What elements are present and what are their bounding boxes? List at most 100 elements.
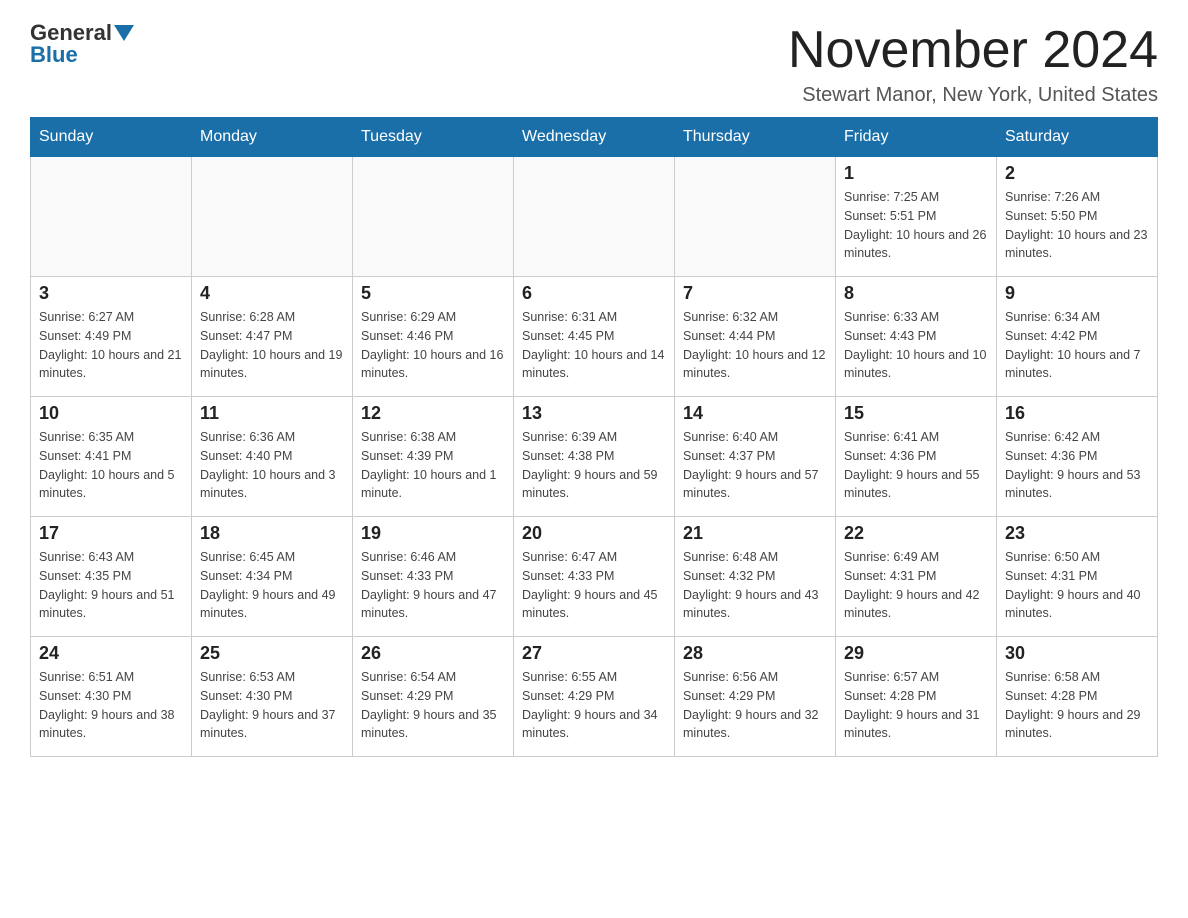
day-number: 26 (361, 643, 505, 664)
calendar-cell: 21 Sunrise: 6:48 AM Sunset: 4:32 PM Dayli… (675, 517, 836, 637)
day-info: Sunrise: 6:58 AM Sunset: 4:28 PM Dayligh… (1005, 668, 1149, 743)
title-area: November 2024 Stewart Manor, New York, U… (788, 20, 1158, 107)
day-info: Sunrise: 6:35 AM Sunset: 4:41 PM Dayligh… (39, 428, 183, 503)
calendar-cell: 23 Sunrise: 6:50 AM Sunset: 4:31 PM Dayli… (997, 517, 1158, 637)
calendar-week-4: 17 Sunrise: 6:43 AM Sunset: 4:35 PM Dayli… (31, 517, 1158, 637)
day-number: 14 (683, 403, 827, 424)
calendar-cell: 22 Sunrise: 6:49 AM Sunset: 4:31 PM Dayli… (836, 517, 997, 637)
day-info: Sunrise: 6:40 AM Sunset: 4:37 PM Dayligh… (683, 428, 827, 503)
location-title: Stewart Manor, New York, United States (788, 84, 1158, 107)
day-number: 19 (361, 523, 505, 544)
calendar-cell (353, 157, 514, 277)
calendar-cell: 5 Sunrise: 6:29 AM Sunset: 4:46 PM Daylig… (353, 277, 514, 397)
weekday-header-friday: Friday (836, 118, 997, 157)
weekday-header-monday: Monday (192, 118, 353, 157)
day-number: 25 (200, 643, 344, 664)
day-info: Sunrise: 6:48 AM Sunset: 4:32 PM Dayligh… (683, 548, 827, 623)
weekday-header-sunday: Sunday (31, 118, 192, 157)
day-info: Sunrise: 6:31 AM Sunset: 4:45 PM Dayligh… (522, 308, 666, 383)
calendar-cell: 4 Sunrise: 6:28 AM Sunset: 4:47 PM Daylig… (192, 277, 353, 397)
month-title: November 2024 (788, 20, 1158, 80)
day-number: 20 (522, 523, 666, 544)
calendar-cell: 29Sunrise: 6:57 AM Sunset: 4:28 PM Dayli… (836, 637, 997, 757)
day-number: 22 (844, 523, 988, 544)
day-info: Sunrise: 7:25 AM Sunset: 5:51 PM Dayligh… (844, 188, 988, 263)
day-info: Sunrise: 6:36 AM Sunset: 4:40 PM Dayligh… (200, 428, 344, 503)
calendar-cell: 7 Sunrise: 6:32 AM Sunset: 4:44 PM Daylig… (675, 277, 836, 397)
calendar-cell: 2 Sunrise: 7:26 AM Sunset: 5:50 PM Daylig… (997, 157, 1158, 277)
calendar-week-1: 1 Sunrise: 7:25 AM Sunset: 5:51 PM Daylig… (31, 157, 1158, 277)
day-info: Sunrise: 6:56 AM Sunset: 4:29 PM Dayligh… (683, 668, 827, 743)
calendar-cell: 20 Sunrise: 6:47 AM Sunset: 4:33 PM Dayli… (514, 517, 675, 637)
day-info: Sunrise: 6:34 AM Sunset: 4:42 PM Dayligh… (1005, 308, 1149, 383)
day-info: Sunrise: 6:27 AM Sunset: 4:49 PM Dayligh… (39, 308, 183, 383)
calendar-cell: 11 Sunrise: 6:36 AM Sunset: 4:40 PM Dayli… (192, 397, 353, 517)
day-number: 1 (844, 163, 988, 184)
day-number: 27 (522, 643, 666, 664)
calendar-week-3: 10 Sunrise: 6:35 AM Sunset: 4:41 PM Dayli… (31, 397, 1158, 517)
calendar-cell: 15Sunrise: 6:41 AM Sunset: 4:36 PM Dayli… (836, 397, 997, 517)
calendar-cell: 9 Sunrise: 6:34 AM Sunset: 4:42 PM Daylig… (997, 277, 1158, 397)
day-info: Sunrise: 6:54 AM Sunset: 4:29 PM Dayligh… (361, 668, 505, 743)
calendar-cell: 8Sunrise: 6:33 AM Sunset: 4:43 PM Daylig… (836, 277, 997, 397)
calendar-cell: 10 Sunrise: 6:35 AM Sunset: 4:41 PM Dayli… (31, 397, 192, 517)
day-number: 29 (844, 643, 988, 664)
day-info: Sunrise: 6:51 AM Sunset: 4:30 PM Dayligh… (39, 668, 183, 743)
day-info: Sunrise: 6:43 AM Sunset: 4:35 PM Dayligh… (39, 548, 183, 623)
weekday-header-wednesday: Wednesday (514, 118, 675, 157)
day-number: 9 (1005, 283, 1149, 304)
calendar-cell (192, 157, 353, 277)
calendar-cell: 16Sunrise: 6:42 AM Sunset: 4:36 PM Dayli… (997, 397, 1158, 517)
calendar-cell: 27 Sunrise: 6:55 AM Sunset: 4:29 PM Dayli… (514, 637, 675, 757)
weekday-header-thursday: Thursday (675, 118, 836, 157)
weekday-header-tuesday: Tuesday (353, 118, 514, 157)
day-number: 7 (683, 283, 827, 304)
calendar-cell: 28 Sunrise: 6:56 AM Sunset: 4:29 PM Dayli… (675, 637, 836, 757)
calendar-cell: 24Sunrise: 6:51 AM Sunset: 4:30 PM Dayli… (31, 637, 192, 757)
day-number: 28 (683, 643, 827, 664)
calendar-cell: 12 Sunrise: 6:38 AM Sunset: 4:39 PM Dayli… (353, 397, 514, 517)
day-number: 23 (1005, 523, 1149, 544)
calendar-cell (31, 157, 192, 277)
day-number: 21 (683, 523, 827, 544)
day-info: Sunrise: 6:29 AM Sunset: 4:46 PM Dayligh… (361, 308, 505, 383)
calendar-cell: 30Sunrise: 6:58 AM Sunset: 4:28 PM Dayli… (997, 637, 1158, 757)
day-number: 17 (39, 523, 183, 544)
day-number: 6 (522, 283, 666, 304)
day-number: 18 (200, 523, 344, 544)
day-info: Sunrise: 6:38 AM Sunset: 4:39 PM Dayligh… (361, 428, 505, 503)
logo-blue: Blue (30, 42, 78, 68)
calendar-week-5: 24Sunrise: 6:51 AM Sunset: 4:30 PM Dayli… (31, 637, 1158, 757)
logo-triangle-icon (114, 25, 134, 41)
day-number: 12 (361, 403, 505, 424)
calendar-cell: 1 Sunrise: 7:25 AM Sunset: 5:51 PM Daylig… (836, 157, 997, 277)
day-info: Sunrise: 6:55 AM Sunset: 4:29 PM Dayligh… (522, 668, 666, 743)
header-area: General Blue November 2024 Stewart Manor… (30, 20, 1158, 107)
calendar-cell: 19Sunrise: 6:46 AM Sunset: 4:33 PM Dayli… (353, 517, 514, 637)
weekday-header-saturday: Saturday (997, 118, 1158, 157)
day-number: 5 (361, 283, 505, 304)
day-info: Sunrise: 6:49 AM Sunset: 4:31 PM Dayligh… (844, 548, 988, 623)
day-number: 3 (39, 283, 183, 304)
day-info: Sunrise: 6:39 AM Sunset: 4:38 PM Dayligh… (522, 428, 666, 503)
calendar-cell: 3 Sunrise: 6:27 AM Sunset: 4:49 PM Daylig… (31, 277, 192, 397)
day-number: 11 (200, 403, 344, 424)
day-info: Sunrise: 6:47 AM Sunset: 4:33 PM Dayligh… (522, 548, 666, 623)
day-number: 10 (39, 403, 183, 424)
day-number: 2 (1005, 163, 1149, 184)
day-info: Sunrise: 6:45 AM Sunset: 4:34 PM Dayligh… (200, 548, 344, 623)
day-number: 4 (200, 283, 344, 304)
day-info: Sunrise: 6:32 AM Sunset: 4:44 PM Dayligh… (683, 308, 827, 383)
day-info: Sunrise: 6:53 AM Sunset: 4:30 PM Dayligh… (200, 668, 344, 743)
calendar-cell (514, 157, 675, 277)
day-info: Sunrise: 6:28 AM Sunset: 4:47 PM Dayligh… (200, 308, 344, 383)
day-info: Sunrise: 6:42 AM Sunset: 4:36 PM Dayligh… (1005, 428, 1149, 503)
day-info: Sunrise: 6:50 AM Sunset: 4:31 PM Dayligh… (1005, 548, 1149, 623)
day-info: Sunrise: 7:26 AM Sunset: 5:50 PM Dayligh… (1005, 188, 1149, 263)
calendar-cell: 26 Sunrise: 6:54 AM Sunset: 4:29 PM Dayli… (353, 637, 514, 757)
calendar-cell: 18 Sunrise: 6:45 AM Sunset: 4:34 PM Dayli… (192, 517, 353, 637)
day-number: 8 (844, 283, 988, 304)
day-number: 13 (522, 403, 666, 424)
logo: General Blue (30, 20, 136, 68)
calendar-cell (675, 157, 836, 277)
